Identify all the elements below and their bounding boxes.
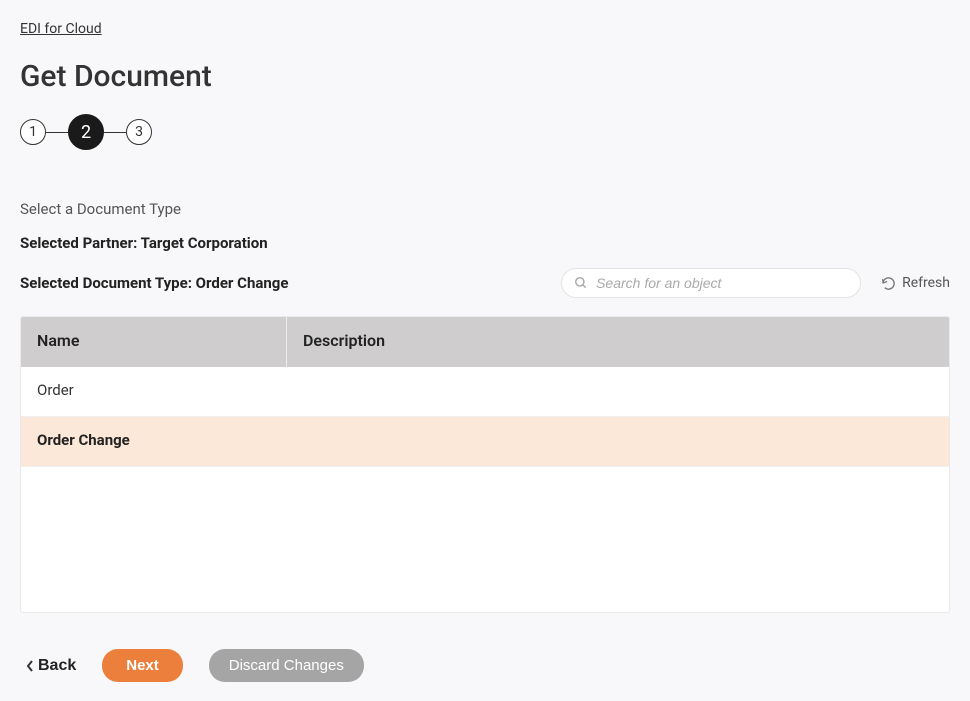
breadcrumb[interactable]: EDI for Cloud bbox=[20, 21, 102, 37]
step-connector bbox=[104, 132, 126, 133]
step-1[interactable]: 1 bbox=[20, 119, 46, 145]
footer-actions: Back Next Discard Changes bbox=[20, 649, 950, 682]
refresh-label: Refresh bbox=[902, 275, 950, 291]
refresh-button[interactable]: Refresh bbox=[881, 275, 950, 291]
table-header: Name Description bbox=[21, 317, 949, 367]
search-input[interactable] bbox=[596, 275, 848, 291]
back-button[interactable]: Back bbox=[26, 657, 76, 675]
back-label: Back bbox=[38, 657, 76, 675]
next-button[interactable]: Next bbox=[102, 649, 183, 682]
step-3[interactable]: 3 bbox=[126, 119, 152, 145]
selected-partner: Selected Partner: Target Corporation bbox=[20, 234, 950, 252]
cell-name: Order Change bbox=[21, 417, 287, 466]
step-2[interactable]: 2 bbox=[68, 114, 104, 150]
col-header-name: Name bbox=[21, 317, 287, 367]
table-empty-space bbox=[21, 467, 949, 612]
step-connector bbox=[46, 132, 68, 133]
page-title: Get Document bbox=[20, 59, 950, 94]
table-row[interactable]: Order bbox=[21, 367, 949, 417]
cell-description bbox=[287, 417, 949, 466]
table-row[interactable]: Order Change bbox=[21, 417, 949, 467]
search-box[interactable] bbox=[561, 268, 861, 298]
cell-description bbox=[287, 367, 949, 416]
search-icon bbox=[574, 276, 588, 290]
step-indicator: 1 2 3 bbox=[20, 114, 950, 150]
selected-doctype: Selected Document Type: Order Change bbox=[20, 274, 288, 292]
chevron-left-icon bbox=[26, 660, 34, 672]
document-type-table: Name Description Order Order Change bbox=[20, 316, 950, 613]
refresh-icon bbox=[881, 276, 896, 291]
col-header-description: Description bbox=[287, 317, 949, 367]
discard-button[interactable]: Discard Changes bbox=[209, 649, 364, 682]
section-label: Select a Document Type bbox=[20, 200, 950, 218]
cell-name: Order bbox=[21, 367, 287, 416]
